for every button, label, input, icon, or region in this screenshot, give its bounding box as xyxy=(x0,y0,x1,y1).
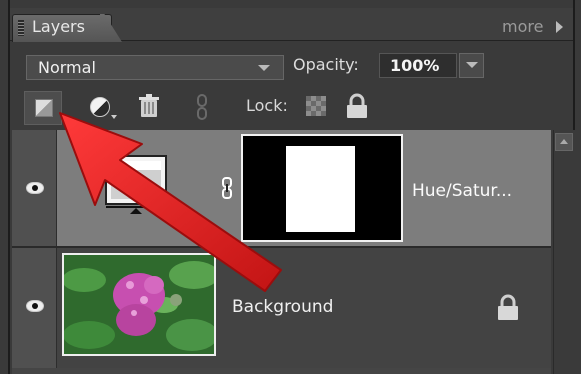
lock-transparent-icon[interactable] xyxy=(306,96,326,116)
eye-icon[interactable] xyxy=(26,300,44,312)
mask-link-icon[interactable] xyxy=(221,177,233,199)
eye-icon[interactable] xyxy=(26,182,44,194)
scrollbar[interactable] xyxy=(553,130,576,374)
lock-label: Lock: xyxy=(246,96,288,115)
more-menu-button[interactable]: more xyxy=(502,17,543,36)
layer-name: Background xyxy=(232,297,334,317)
lock-all-icon[interactable] xyxy=(345,93,369,119)
mask-white-area xyxy=(286,146,355,232)
grip-icon[interactable] xyxy=(18,20,24,36)
link-icon[interactable] xyxy=(195,94,209,120)
trash-icon[interactable] xyxy=(138,94,160,118)
background-lock-icon[interactable] xyxy=(496,293,520,321)
blend-mode-value: Normal xyxy=(38,58,96,77)
adjustment-layer-icon[interactable] xyxy=(90,97,110,117)
chevron-down-icon[interactable] xyxy=(258,65,270,71)
scroll-up-button[interactable] xyxy=(555,133,573,151)
chevron-down-icon xyxy=(466,62,478,68)
opacity-dropdown-button[interactable] xyxy=(459,53,484,78)
adjustment-thumbnail-icon xyxy=(105,155,167,214)
layer-name: Hue/Satur... xyxy=(412,181,513,201)
opacity-value: 100% xyxy=(390,56,440,75)
flower-photo-image xyxy=(64,255,214,354)
opacity-label: Opacity: xyxy=(293,55,359,74)
tab-label: Layers xyxy=(32,17,85,36)
chevron-right-icon[interactable] xyxy=(556,21,563,33)
adjustment-menu-caret-icon xyxy=(111,115,117,119)
new-layer-icon xyxy=(35,99,53,117)
background-thumbnail xyxy=(62,253,216,356)
